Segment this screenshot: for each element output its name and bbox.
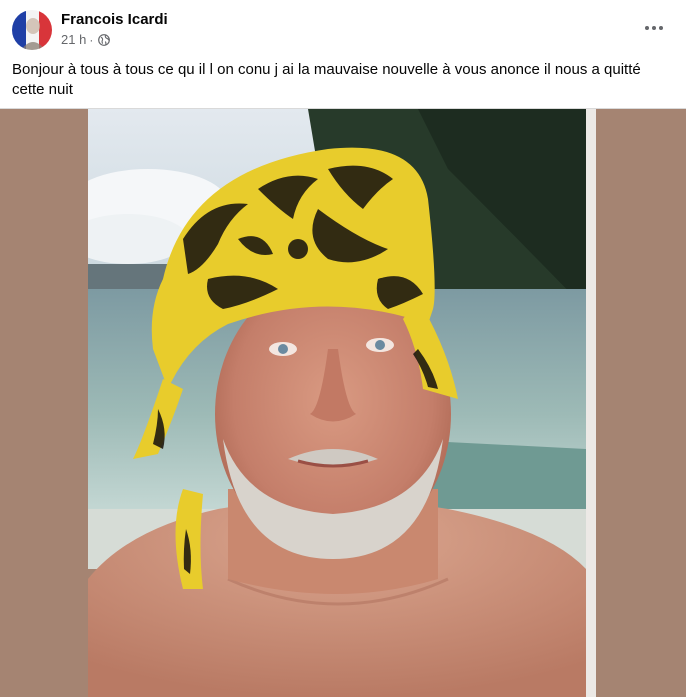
post-time[interactable]: 21 h [61, 32, 86, 47]
globe-icon[interactable] [98, 33, 111, 46]
more-horizontal-icon [645, 26, 663, 30]
media-edge-strip [586, 109, 596, 697]
meta-separator: · [89, 32, 94, 47]
post-card: Francois Icardi 21 h · Bonjour à tous à … [0, 0, 686, 697]
avatar[interactable] [12, 10, 52, 50]
author-name[interactable]: Francois Icardi [61, 11, 168, 28]
post-photo[interactable] [88, 109, 586, 697]
post-media[interactable] [0, 108, 686, 697]
post-meta: 21 h · [61, 32, 111, 47]
more-options-button[interactable] [640, 14, 668, 42]
post-text: Bonjour à tous à tous ce qu il l on conu… [12, 61, 641, 98]
post-header: Francois Icardi 21 h · [0, 0, 686, 56]
